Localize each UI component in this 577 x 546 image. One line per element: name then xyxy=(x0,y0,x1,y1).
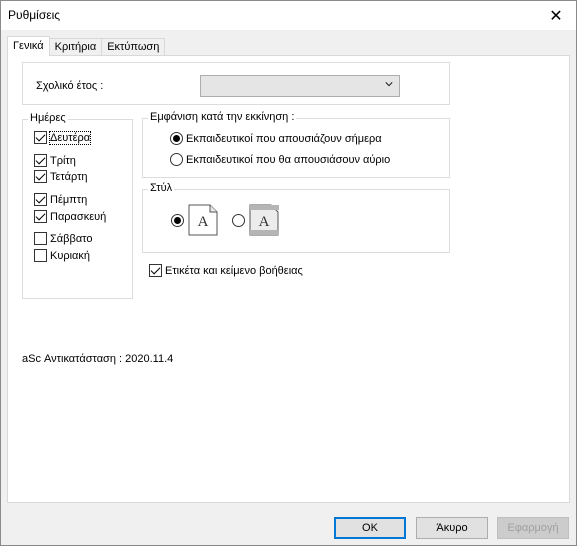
day-label: Σάββατο xyxy=(50,232,93,245)
style-glyph: A xyxy=(259,214,270,230)
day-thursday-checkbox[interactable]: Πέμπτη xyxy=(34,193,87,206)
day-wednesday-checkbox[interactable]: Τετάρτη xyxy=(34,170,88,183)
tab-printing[interactable]: Εκτύπωση xyxy=(101,38,166,56)
apply-button[interactable]: Εφαρμογή xyxy=(497,517,569,539)
startup-option-label: Εκπαιδευτικοί που θα απουσιάσουν αύριο xyxy=(186,153,391,166)
radio-button[interactable] xyxy=(170,132,183,145)
day-monday-checkbox[interactable]: Δευτέρα xyxy=(34,130,92,145)
checkbox-box[interactable] xyxy=(34,131,47,144)
document-a-shaded-icon: A xyxy=(249,204,279,236)
checkbox-box[interactable] xyxy=(34,232,47,245)
style-glyph: A xyxy=(198,214,209,230)
day-sunday-checkbox[interactable]: Κυριακή xyxy=(34,249,90,262)
startup-display-group: Εμφάνιση κατά την εκκίνηση : xyxy=(142,111,450,178)
day-saturday-checkbox[interactable]: Σάββατο xyxy=(34,232,92,245)
style-legend: Στύλ xyxy=(148,182,175,194)
tab-general[interactable]: Γενικά xyxy=(7,36,50,56)
radio-button[interactable] xyxy=(232,213,245,227)
checkbox-box[interactable] xyxy=(34,210,47,223)
close-button[interactable]: ✕ xyxy=(536,1,576,30)
checkbox-box[interactable] xyxy=(34,170,47,183)
school-year-dropdown[interactable] xyxy=(200,75,400,97)
document-a-icon: A xyxy=(188,204,218,236)
day-tuesday-checkbox[interactable]: Τρίτη xyxy=(34,154,76,167)
checkbox-box[interactable] xyxy=(34,249,47,262)
day-label: Δευτέρα xyxy=(48,130,92,145)
cancel-button[interactable]: Άκυρο xyxy=(416,517,488,539)
checkbox-box[interactable] xyxy=(34,193,47,206)
day-label: Τρίτη xyxy=(50,154,76,167)
day-friday-checkbox[interactable]: Παρασκευή xyxy=(34,210,106,223)
help-labels-checkbox[interactable]: Ετικέτα και κείμενο βοήθειας xyxy=(149,264,303,277)
day-label: Κυριακή xyxy=(50,249,91,262)
startup-display-legend: Εμφάνιση κατά την εκκίνηση : xyxy=(148,111,297,123)
title-bar: Ρυθμίσεις ✕ xyxy=(1,1,576,30)
settings-dialog: Ρυθμίσεις ✕ Γενικά Κριτήρια Εκτύπωση Σχο… xyxy=(0,0,577,546)
style-option-plain[interactable]: A xyxy=(171,204,219,236)
days-legend: Ημέρες xyxy=(28,112,68,124)
help-labels-label: Ετικέτα και κείμενο βοήθειας xyxy=(165,264,303,277)
startup-option-today[interactable]: Εκπαιδευτικοί που απουσιάζουν σήμερα xyxy=(170,132,382,145)
day-label: Παρασκευή xyxy=(50,210,107,223)
version-text: aSc Αντικατάσταση : 2020.11.4 xyxy=(22,353,174,365)
ok-button[interactable]: OK xyxy=(334,517,406,539)
radio-button[interactable] xyxy=(171,213,184,227)
chevron-down-icon xyxy=(385,82,393,87)
school-year-label: Σχολικό έτος : xyxy=(36,80,104,92)
startup-option-label: Εκπαιδευτικοί που απουσιάζουν σήμερα xyxy=(186,132,382,145)
tab-criteria[interactable]: Κριτήρια xyxy=(48,38,103,56)
radio-button[interactable] xyxy=(170,153,183,166)
day-label: Τετάρτη xyxy=(50,170,88,183)
tab-strip: Γενικά Κριτήρια Εκτύπωση xyxy=(7,36,166,56)
startup-option-tomorrow[interactable]: Εκπαιδευτικοί που θα απουσιάσουν αύριο xyxy=(170,153,390,166)
checkbox-box[interactable] xyxy=(34,154,47,167)
window-title: Ρυθμίσεις xyxy=(8,8,61,22)
days-group: Ημέρες xyxy=(22,112,133,299)
day-label: Πέμπτη xyxy=(50,193,88,206)
checkbox-box[interactable] xyxy=(149,264,162,277)
style-option-shaded[interactable]: A xyxy=(232,204,280,236)
